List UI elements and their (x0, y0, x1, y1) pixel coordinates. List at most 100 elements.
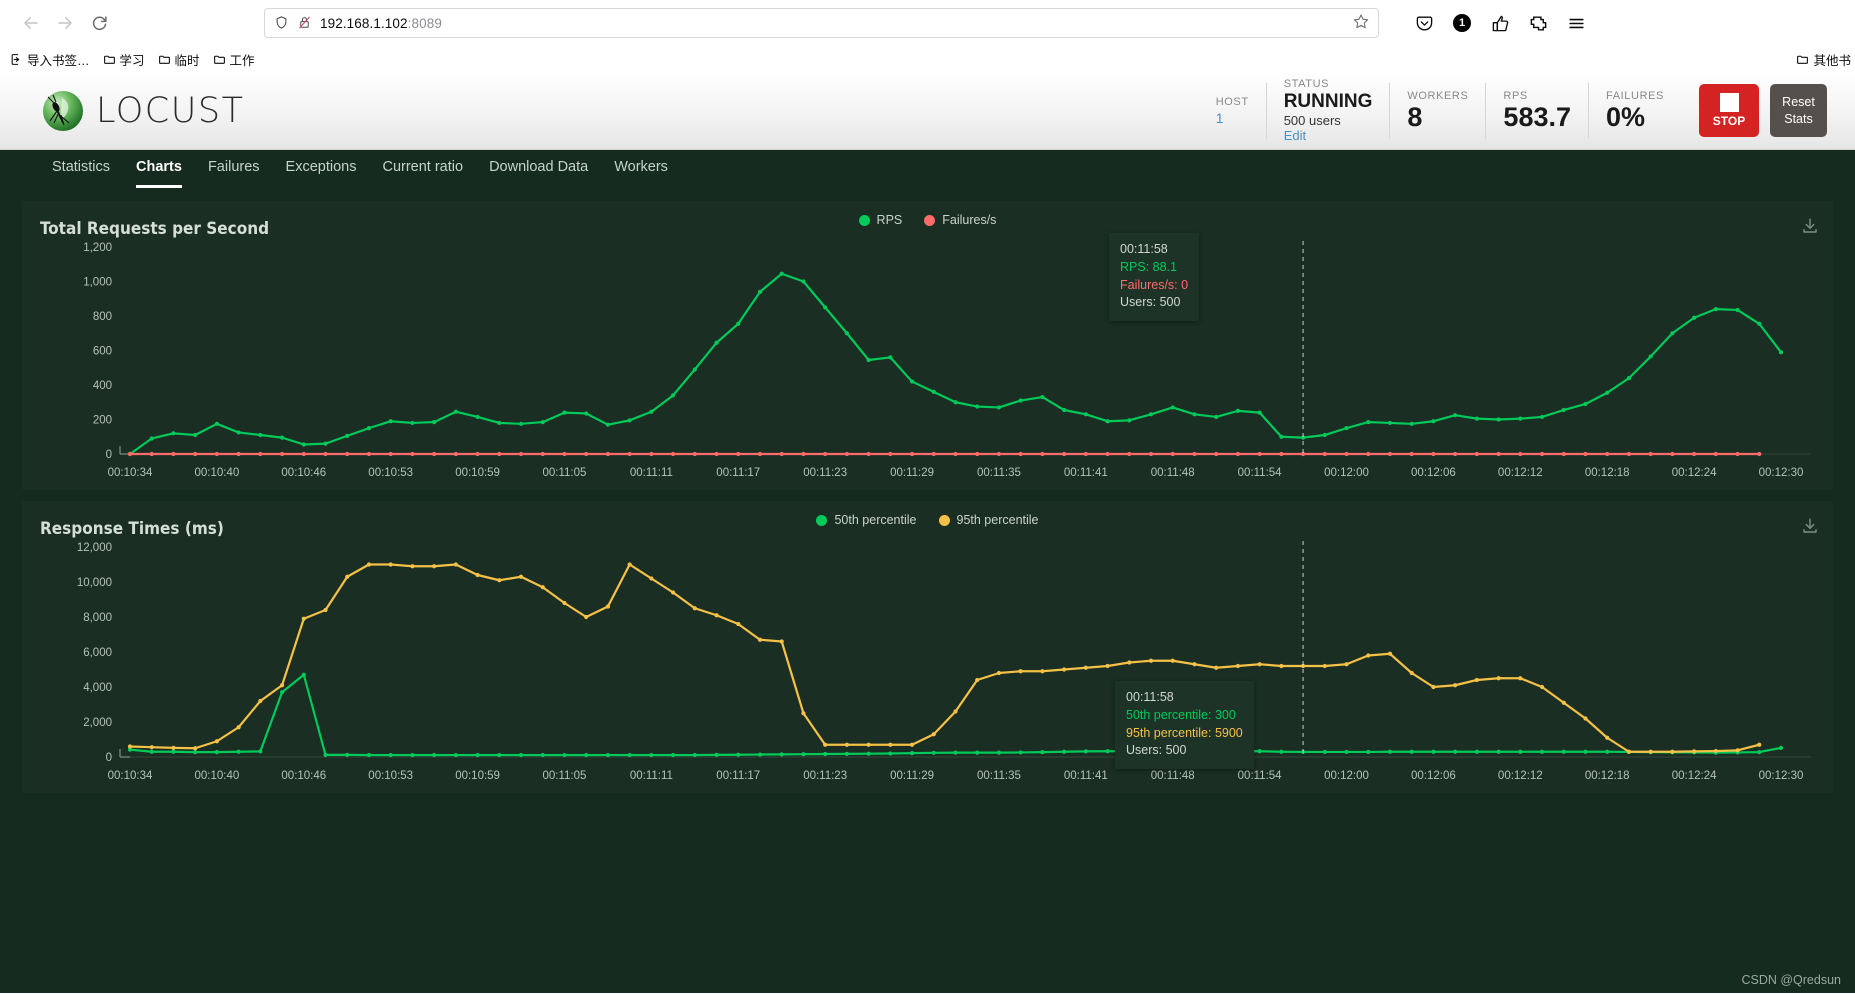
stop-button[interactable]: STOP (1699, 84, 1759, 137)
tab-download-data[interactable]: Download Data (489, 159, 588, 188)
bookmark-label: 导入书签… (27, 53, 90, 68)
tab-failures[interactable]: Failures (208, 159, 260, 188)
folder-icon (1796, 53, 1809, 66)
svg-text:12,000: 12,000 (77, 542, 112, 554)
svg-text:00:12:12: 00:12:12 (1498, 770, 1543, 782)
svg-text:1,000: 1,000 (83, 277, 112, 289)
stat-host: HOST 1 (1199, 83, 1266, 139)
locust-logo[interactable]: LOCUST (42, 90, 244, 132)
stat-failures: FAILURES 0% (1588, 82, 1681, 139)
reload-icon[interactable] (82, 6, 116, 40)
url-text: 192.168.1.102:8089 (320, 15, 442, 31)
tab-exceptions[interactable]: Exceptions (286, 159, 357, 188)
reset-stats-button[interactable]: Reset Stats (1770, 84, 1827, 137)
svg-text:00:11:54: 00:11:54 (1238, 770, 1283, 782)
folder-icon (103, 53, 116, 66)
legend-label-failures: Failures/s (942, 213, 997, 227)
back-arrow-icon[interactable] (14, 6, 48, 40)
legend-dot-rps (858, 214, 870, 226)
svg-text:00:10:40: 00:10:40 (195, 467, 240, 479)
stat-workers: WORKERS 8 (1389, 82, 1485, 139)
chart-plot-rps: 0 200 400 600 800 1,000 1,200 00:10:34 00:10:40 0… (22, 239, 1833, 490)
download-icon[interactable] (1801, 217, 1819, 235)
tab-charts[interactable]: Charts (136, 159, 182, 188)
chart-legend-response-times: 50th percentile 95th percentile (22, 513, 1833, 527)
bookmark-folder-temp[interactable]: 临时 (158, 50, 200, 69)
import-bookmarks-icon (10, 53, 23, 66)
star-icon[interactable] (1353, 13, 1369, 33)
svg-text:00:11:11: 00:11:11 (630, 467, 673, 479)
url-bar[interactable]: 192.168.1.102:8089 (264, 8, 1379, 38)
legend-item-rps[interactable]: RPS (858, 213, 902, 227)
svg-text:00:10:46: 00:10:46 (281, 467, 326, 479)
svg-text:00:10:59: 00:10:59 (455, 770, 500, 782)
legend-item-p95[interactable]: 95th percentile (938, 513, 1039, 527)
browser-nav-bar: 192.168.1.102:8089 1 (0, 0, 1855, 46)
svg-text:00:11:23: 00:11:23 (803, 467, 847, 479)
legend-label-p50: 50th percentile (834, 513, 917, 527)
watermark: CSDN @Qredsun (1741, 973, 1841, 987)
svg-text:00:10:53: 00:10:53 (368, 467, 413, 479)
svg-text:4,000: 4,000 (83, 682, 112, 694)
svg-text:10,000: 10,000 (77, 577, 112, 589)
pocket-icon[interactable] (1413, 12, 1435, 34)
edit-link[interactable]: Edit (1284, 128, 1373, 143)
bookmark-folder-other[interactable]: 其他书 (1796, 50, 1851, 69)
svg-text:00:12:18: 00:12:18 (1585, 770, 1630, 782)
stat-label-status: STATUS (1283, 78, 1330, 90)
tab-current-ratio[interactable]: Current ratio (382, 159, 463, 188)
chart-title-rps: Total Requests per Second (40, 219, 270, 239)
notification-badge-icon[interactable]: 1 (1451, 12, 1473, 34)
svg-text:0: 0 (106, 752, 112, 764)
svg-text:00:12:30: 00:12:30 (1759, 770, 1804, 782)
bookmark-import[interactable]: 导入书签… (10, 50, 90, 69)
svg-text:00:11:29: 00:11:29 (890, 467, 934, 479)
svg-text:00:11:35: 00:11:35 (977, 467, 1021, 479)
extensions-icon[interactable] (1527, 12, 1549, 34)
svg-text:00:11:48: 00:11:48 (1151, 770, 1195, 782)
bookmark-label: 学习 (119, 53, 145, 68)
svg-text:00:12:06: 00:12:06 (1411, 770, 1456, 782)
svg-text:00:11:54: 00:11:54 (1238, 467, 1283, 479)
legend-dot-p95 (938, 514, 950, 526)
legend-label-p95: 95th percentile (956, 513, 1039, 527)
bookmark-folder-work[interactable]: 工作 (213, 50, 255, 69)
svg-text:00:11:35: 00:11:35 (977, 770, 1021, 782)
legend-dot-p50 (816, 514, 828, 526)
failures-value: 0% (1606, 102, 1646, 132)
svg-text:00:10:34: 00:10:34 (108, 467, 153, 479)
browser-chrome: 192.168.1.102:8089 1 导入书签… 学习 临时 工作 其他书 (0, 0, 1855, 72)
folder-icon (158, 53, 171, 66)
svg-text:00:11:41: 00:11:41 (1064, 467, 1108, 479)
svg-text:00:10:40: 00:10:40 (195, 770, 240, 782)
share-icon[interactable] (1489, 12, 1511, 34)
chart-plot-response-times: 0 2,000 4,000 6,000 8,000 10,000 12,000 00:10:3… (22, 539, 1833, 793)
forward-arrow-icon[interactable] (48, 6, 82, 40)
stat-rps: RPS 583.7 (1485, 82, 1588, 139)
svg-text:00:10:59: 00:10:59 (455, 467, 500, 479)
legend-item-failures[interactable]: Failures/s (924, 213, 996, 227)
header-stats: HOST 1 STATUS RUNNING 500 users Edit WOR… (1199, 78, 1681, 143)
download-icon[interactable] (1801, 517, 1819, 535)
svg-text:00:12:00: 00:12:00 (1324, 467, 1369, 479)
svg-text:00:12:18: 00:12:18 (1585, 467, 1630, 479)
legend-item-p50[interactable]: 50th percentile (816, 513, 917, 527)
svg-text:600: 600 (93, 346, 112, 358)
svg-text:00:10:34: 00:10:34 (108, 770, 153, 782)
notification-count: 1 (1453, 14, 1471, 32)
bookmark-label: 工作 (229, 53, 255, 68)
shield-icon (274, 15, 290, 31)
tab-statistics[interactable]: Statistics (52, 159, 110, 188)
host-link[interactable]: 1 (1216, 110, 1249, 126)
tab-workers[interactable]: Workers (614, 159, 668, 188)
browser-toolbar-icons: 1 (1413, 12, 1587, 34)
stat-label-failures: FAILURES (1606, 90, 1664, 102)
svg-text:00:11:41: 00:11:41 (1064, 770, 1108, 782)
svg-text:400: 400 (93, 380, 112, 392)
menu-icon[interactable] (1565, 12, 1587, 34)
svg-text:00:11:48: 00:11:48 (1151, 467, 1195, 479)
reset-label-line1: Reset (1782, 94, 1815, 109)
bookmark-folder-study[interactable]: 学习 (103, 50, 145, 69)
svg-text:00:11:17: 00:11:17 (716, 770, 760, 782)
stat-label-rps: RPS (1503, 90, 1528, 102)
